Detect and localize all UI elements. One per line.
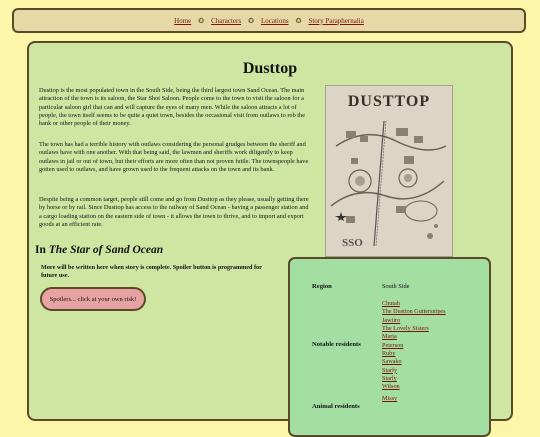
list-item: Peterson: [382, 342, 446, 350]
story-heading-prefix: In: [35, 244, 46, 256]
list-item: The Dustton Guttersnipes: [382, 308, 446, 316]
residents-label: Notable residents: [312, 341, 361, 348]
list-item: The Lovely Sisters: [382, 325, 446, 333]
animals-label: Animal residents: [312, 403, 360, 410]
list-item: Sawako: [382, 358, 446, 366]
spoiler-button[interactable]: Spoilers... click at your own risk!: [40, 287, 146, 311]
resident-link[interactable]: Maria: [382, 333, 397, 340]
animals-list: Missy: [382, 395, 397, 403]
list-item: Missy: [382, 395, 397, 403]
resident-link[interactable]: Starfy: [382, 367, 397, 374]
nav-link-home[interactable]: Home: [174, 17, 191, 25]
resident-link[interactable]: The Dustton Guttersnipes: [382, 308, 446, 315]
intro-paragraph: Dusttop is the most populated town in th…: [39, 87, 305, 128]
resident-link[interactable]: Wilson: [382, 383, 400, 390]
list-item: Wilson: [382, 383, 446, 391]
top-nav: Home ✪ Characters ✪ Locations ✪ Story Pa…: [12, 8, 526, 33]
story-section-heading: In The Star of Sand Ocean: [35, 244, 163, 256]
resident-link[interactable]: Ruby: [382, 350, 395, 357]
residents-list: Chutah The Dustton Guttersnipes Jawiiro …: [382, 300, 446, 392]
resident-link[interactable]: Peterson: [382, 342, 403, 349]
nav-link-locations[interactable]: Locations: [261, 17, 289, 25]
map-badge: SSO: [342, 237, 363, 249]
nav-separator-icon: ✪: [295, 16, 302, 25]
list-item: Maria: [382, 333, 446, 341]
nav-link-characters[interactable]: Characters: [211, 17, 241, 25]
resident-link[interactable]: The Lovely Sisters: [382, 325, 429, 332]
history-paragraph: The town has had a terrible history with…: [39, 141, 309, 173]
town-map-drawing: DUSTTOP SSO: [326, 86, 452, 256]
region-label: Region: [312, 283, 332, 290]
list-item: Chutah: [382, 300, 446, 308]
story-title: The Star of Sand Ocean: [48, 244, 164, 256]
location-infobox: Region South Side Notable residents Chut…: [288, 257, 491, 437]
nav-link-story-paraphernalia[interactable]: Story Paraphernalia: [308, 17, 363, 25]
content-panel: Dusttop Dusttop is the most populated to…: [27, 41, 513, 437]
nav-separator-icon: ✪: [198, 16, 205, 25]
resident-link[interactable]: Chutah: [382, 300, 400, 307]
list-item: Jawiiro: [382, 317, 446, 325]
page-title: Dusttop: [242, 60, 298, 77]
town-map-image: DUSTTOP SSO: [325, 85, 453, 257]
nav-separator-icon: ✪: [248, 16, 254, 25]
list-item: Starly: [382, 375, 446, 383]
resident-link[interactable]: Sawako: [382, 358, 402, 365]
list-item: Ruby: [382, 350, 446, 358]
list-item: Starfy: [382, 367, 446, 375]
travel-paragraph: Despite being a common target, people st…: [39, 196, 309, 228]
animal-link[interactable]: Missy: [382, 395, 397, 402]
story-note: More will be written here when story is …: [41, 264, 262, 280]
region-value: South Side: [382, 283, 410, 290]
resident-link[interactable]: Jawiiro: [382, 317, 400, 324]
resident-link[interactable]: Starly: [382, 375, 397, 382]
map-title: DUSTTOP: [348, 93, 430, 110]
